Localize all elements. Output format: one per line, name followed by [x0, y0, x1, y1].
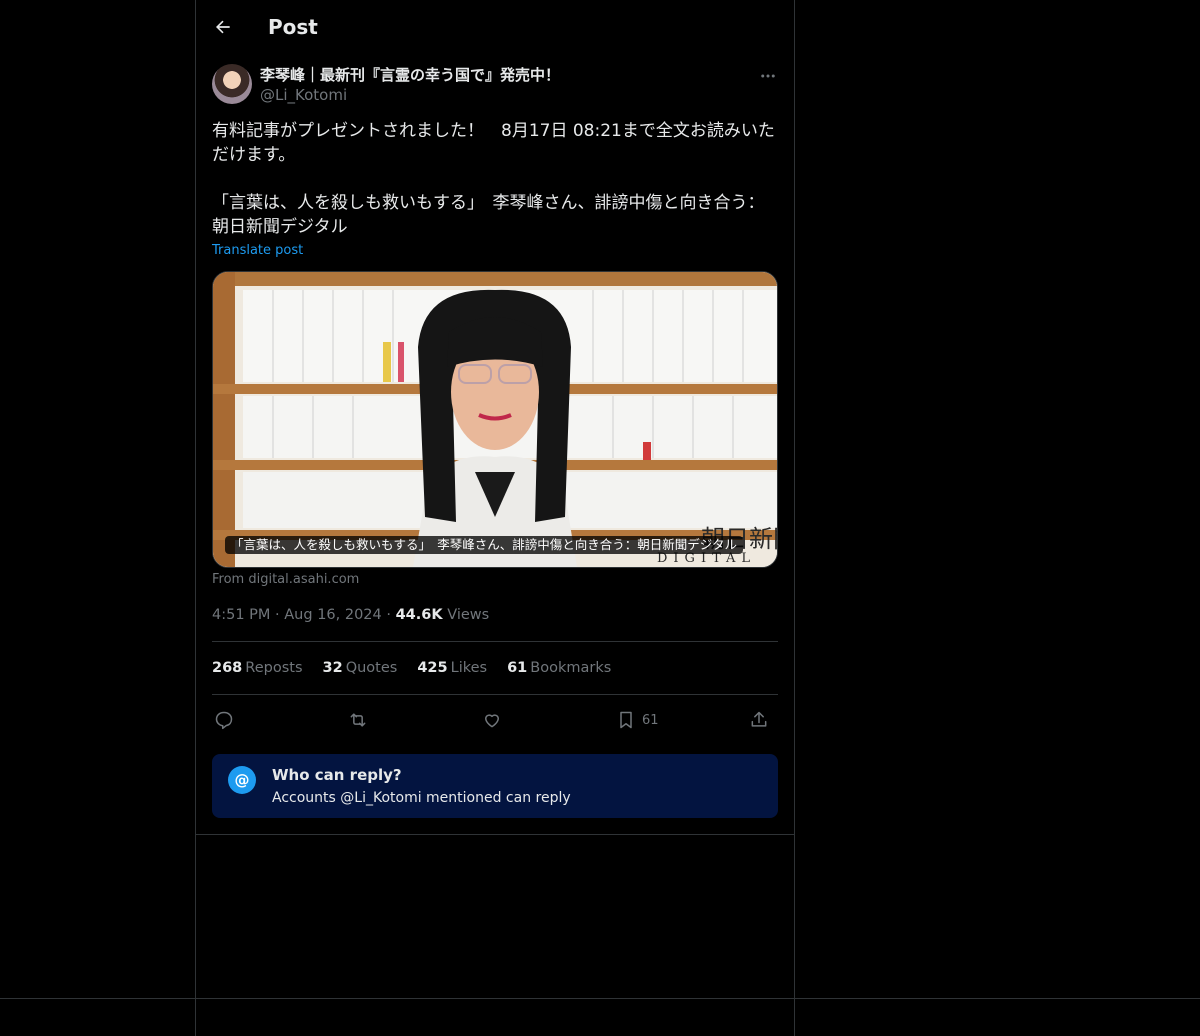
reposts-stat[interactable]: 268 Reposts	[212, 658, 303, 678]
quotes-stat[interactable]: 32 Quotes	[323, 658, 398, 678]
translate-post-link[interactable]: Translate post	[212, 241, 303, 261]
views-label: Views	[447, 607, 490, 623]
more-icon	[761, 74, 775, 78]
divider	[0, 998, 1200, 999]
card-image: 朝日新聞 DIGITAL	[213, 272, 777, 567]
page-title: Post	[268, 15, 318, 39]
more-button[interactable]	[756, 64, 780, 88]
page: Post 李琴峰｜最新刊『言霊の幸う国で』発売中！ @Li_Kotomi 有料記…	[0, 0, 1200, 1036]
views-count: 44.6K	[395, 607, 443, 623]
avatar[interactable]	[212, 64, 252, 104]
like-button[interactable]	[482, 706, 502, 734]
bookmark-icon	[620, 711, 632, 729]
tweet-line-1: 有料記事がプレゼントされました！ 8月17日 08:21まで全文お読みいただけま…	[212, 121, 775, 165]
engagement-stats: 268 Reposts 32 Quotes 425 Likes 61 Bookmarks	[212, 658, 611, 678]
at-icon: @	[228, 766, 256, 794]
tweet-line-2: 「言葉は、人を殺しも救いもする」 李琴峰さん、誹謗中傷と向き合う：朝日新聞デジタ…	[212, 193, 765, 237]
post-meta: 4:51 PM · Aug 16, 2024 · 44.6K Views	[212, 607, 490, 623]
divider	[212, 641, 778, 642]
repost-button[interactable]	[347, 706, 369, 734]
post-date[interactable]: Aug 16, 2024	[284, 607, 382, 623]
author-handle[interactable]: @Li_Kotomi	[260, 85, 347, 105]
card-source[interactable]: From digital.asahi.com	[212, 570, 359, 590]
post-time[interactable]: 4:51 PM	[212, 607, 270, 623]
link-card[interactable]: 朝日新聞 DIGITAL 「言葉は、人を殺しも救いもする」 李琴峰さん、誹謗中傷…	[212, 271, 778, 568]
divider	[212, 694, 778, 695]
author-display-name[interactable]: 李琴峰｜最新刊『言霊の幸う国で』発売中！	[260, 64, 560, 86]
share-button[interactable]	[749, 706, 769, 734]
reply-button[interactable]	[214, 706, 234, 734]
bookmark-button[interactable]: 61	[616, 706, 659, 734]
reply-restriction-subtitle: Accounts @Li_Kotomi mentioned can reply	[272, 790, 571, 806]
tweet-text: 有料記事がプレゼントされました！ 8月17日 08:21まで全文お読みいただけま…	[212, 119, 778, 239]
bookmark-count: 61	[642, 712, 659, 728]
bookmarks-stat[interactable]: 61 Bookmarks	[507, 658, 611, 678]
divider	[196, 834, 794, 835]
reply-icon	[215, 711, 233, 730]
share-icon	[751, 711, 767, 727]
reply-restriction-title: Who can reply?	[272, 766, 402, 784]
like-icon	[485, 714, 499, 728]
repost-icon	[350, 713, 366, 727]
likes-stat[interactable]: 425 Likes	[417, 658, 487, 678]
main-column: Post 李琴峰｜最新刊『言霊の幸う国で』発売中！ @Li_Kotomi 有料記…	[195, 0, 795, 1036]
reply-restriction-box: @ Who can reply? Accounts @Li_Kotomi men…	[212, 754, 778, 818]
header: Post	[196, 0, 794, 53]
card-caption: 「言葉は、人を殺しも救いもする」 李琴峰さん、誹謗中傷と向き合う：朝日新聞デジタ…	[225, 536, 744, 554]
back-button[interactable]	[208, 12, 238, 42]
action-bar: 61	[212, 706, 778, 734]
arrow-left-icon	[216, 20, 230, 34]
